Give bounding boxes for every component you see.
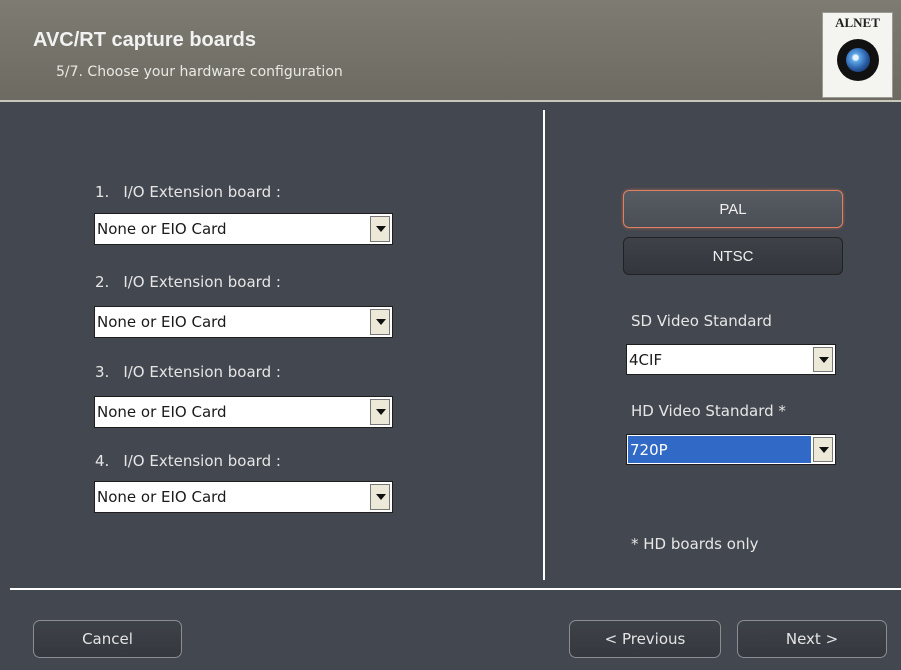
hd-video-standard-label: HD Video Standard * xyxy=(631,402,786,420)
board-3-label-text: I/O Extension board : xyxy=(123,363,281,381)
board-2-value: None or EIO Card xyxy=(97,313,227,331)
board-4-number: 4. xyxy=(95,452,110,470)
hd-boards-note: * HD boards only xyxy=(631,535,759,553)
board-3-number: 3. xyxy=(95,363,110,381)
cancel-button[interactable]: Cancel xyxy=(33,620,182,658)
board-2-label: 2. I/O Extension board : xyxy=(95,273,281,291)
eye-lens-icon xyxy=(837,39,879,81)
board-1-select[interactable]: None or EIO Card xyxy=(94,213,393,245)
board-3-label: 3. I/O Extension board : xyxy=(95,363,281,381)
board-2-label-text: I/O Extension board : xyxy=(123,273,281,291)
hd-video-standard-value: 720P xyxy=(628,436,811,463)
sd-video-standard-value: 4CIF xyxy=(629,350,663,369)
chevron-down-icon[interactable] xyxy=(370,309,390,335)
board-1-label-text: I/O Extension board : xyxy=(123,183,281,201)
ntsc-button[interactable]: NTSC xyxy=(623,237,843,275)
wizard-header: AVC/RT capture boards 5/7. Choose your h… xyxy=(0,0,901,102)
chevron-down-icon[interactable] xyxy=(813,347,833,372)
board-1-label: 1. I/O Extension board : xyxy=(95,183,281,201)
board-3-value: None or EIO Card xyxy=(97,403,227,421)
board-1-number: 1. xyxy=(95,183,110,201)
vertical-divider xyxy=(543,110,545,580)
board-4-label: 4. I/O Extension board : xyxy=(95,452,281,470)
hd-video-standard-select[interactable]: 720P xyxy=(626,434,836,465)
previous-button[interactable]: < Previous xyxy=(569,620,721,658)
sd-video-standard-select[interactable]: 4CIF xyxy=(626,344,836,375)
chevron-down-icon[interactable] xyxy=(813,437,833,462)
board-3-select[interactable]: None or EIO Card xyxy=(94,396,393,428)
logo-text: ALNET xyxy=(835,15,880,30)
board-4-value: None or EIO Card xyxy=(97,488,227,506)
pal-button[interactable]: PAL xyxy=(623,190,843,228)
board-2-number: 2. xyxy=(95,273,110,291)
alnet-logo: ALNET xyxy=(822,12,893,98)
board-1-value: None or EIO Card xyxy=(97,220,227,238)
board-4-label-text: I/O Extension board : xyxy=(123,452,281,470)
chevron-down-icon[interactable] xyxy=(370,216,390,242)
board-4-select[interactable]: None or EIO Card xyxy=(94,481,393,513)
footer-divider xyxy=(10,588,901,590)
board-2-select[interactable]: None or EIO Card xyxy=(94,306,393,338)
next-button[interactable]: Next > xyxy=(737,620,887,658)
sd-video-standard-label: SD Video Standard xyxy=(631,312,772,330)
step-subtitle: 5/7. Choose your hardware configuration xyxy=(56,64,343,80)
chevron-down-icon[interactable] xyxy=(370,484,390,510)
page-title: AVC/RT capture boards xyxy=(33,29,256,51)
chevron-down-icon[interactable] xyxy=(370,399,390,425)
